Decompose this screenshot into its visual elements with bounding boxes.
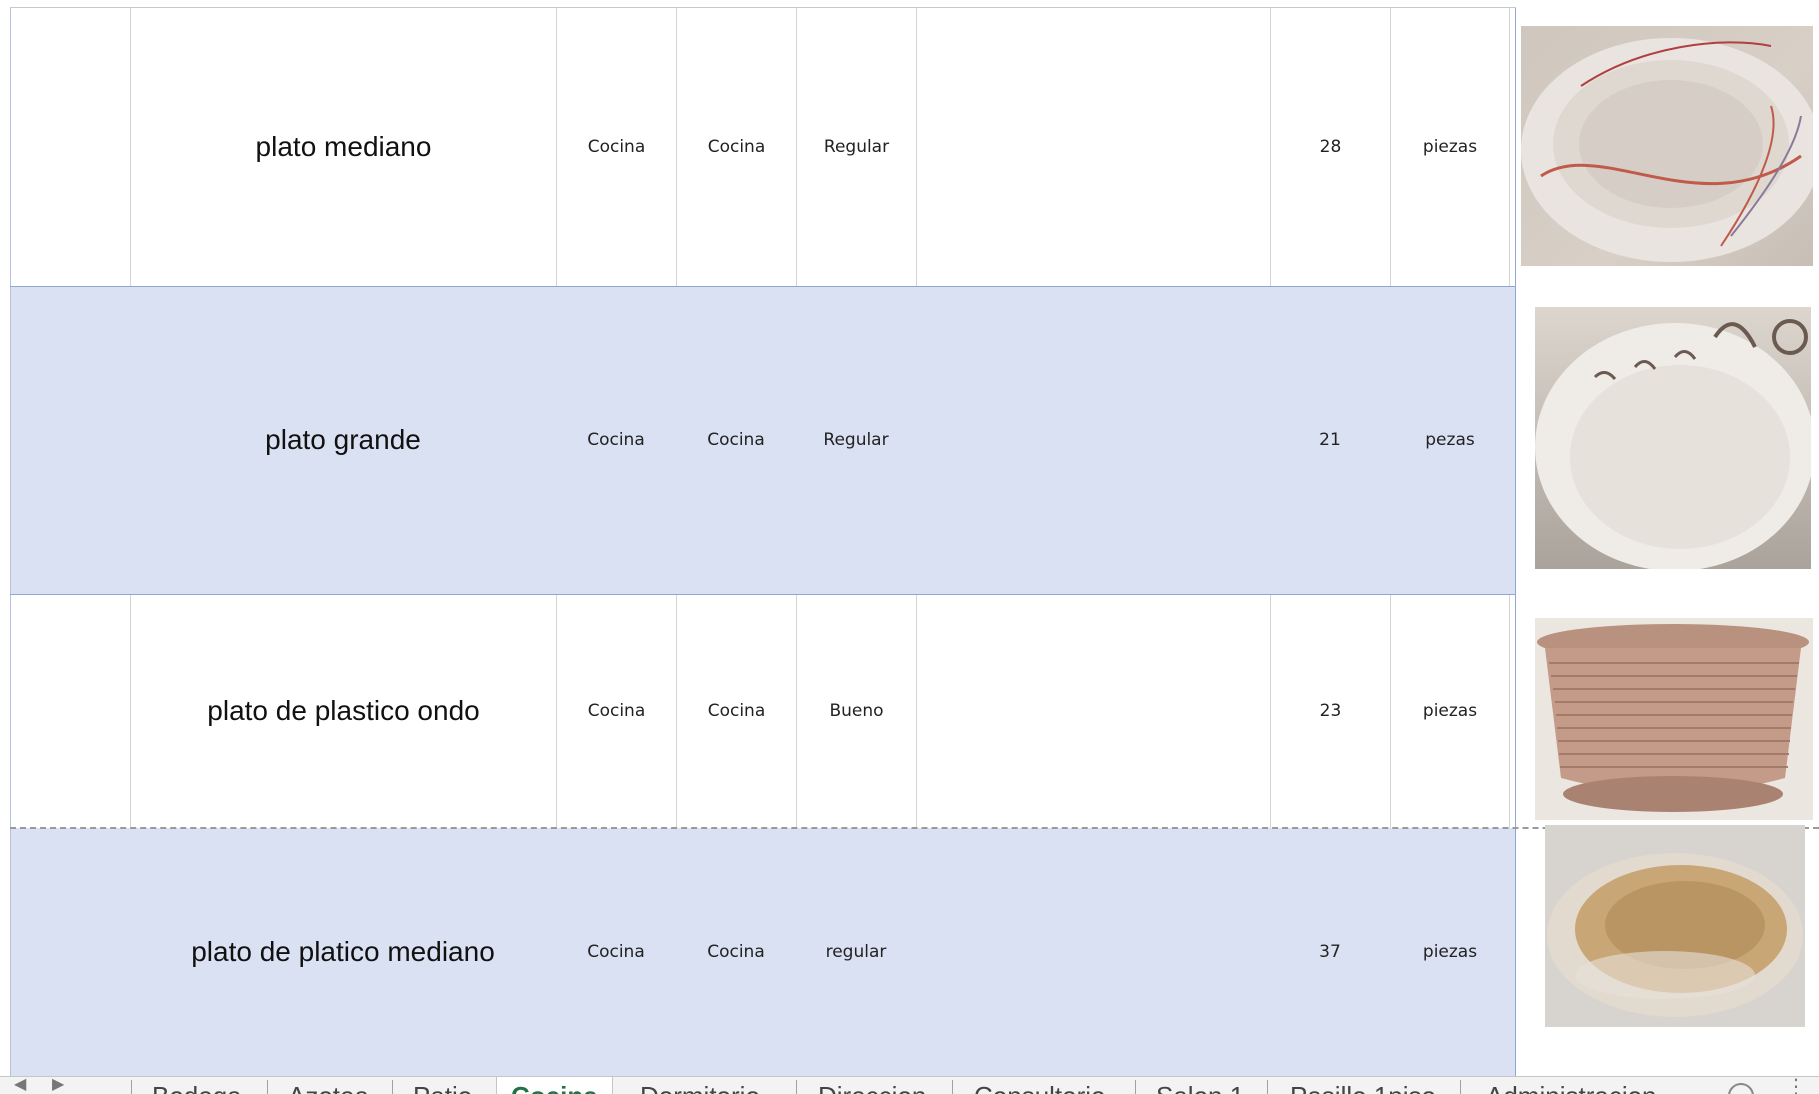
item-name: plato de plastico ondo [207,695,480,726]
tab-separator [1135,1080,1136,1094]
unit-cell[interactable]: pezas [1390,286,1510,594]
tab-administracion[interactable]: Administracion [1486,1077,1657,1094]
row-divider [10,594,1516,595]
plate-large-image [1535,319,1811,569]
location-value: Cocina [587,701,646,721]
quantity-value: 37 [1319,942,1341,962]
tab-separator [1460,1080,1461,1094]
location-cell[interactable]: Cocina [556,8,676,286]
table-row[interactable]: plato grande Cocina Cocina Regular 21 pe… [10,286,1516,594]
notes-cell[interactable] [916,8,1270,286]
plastic-plate-medium-image [1545,825,1805,1027]
area-value: Cocina [707,701,766,721]
location-cell[interactable]: Cocina [556,594,676,828]
row-divider [10,286,1516,287]
tab-pasillo-1piso[interactable]: Pasillo 1piso [1290,1077,1436,1094]
plate-photo[interactable] [1535,618,1813,820]
item-name: plato grande [265,424,421,455]
unit-cell[interactable]: piezas [1390,8,1510,286]
plate-photo[interactable] [1545,825,1805,1027]
area-cell[interactable]: Cocina [676,286,796,594]
tab-separator [267,1080,268,1094]
item-name: plato mediano [255,131,432,162]
tab-dormitorio[interactable]: Dormitorio [640,1077,760,1094]
condition-cell[interactable]: Bueno [796,594,916,828]
location-cell[interactable]: Cocina [556,828,676,1076]
table-row[interactable]: plato de platico mediano Cocina Cocina r… [10,828,1516,1076]
tab-patio[interactable]: Patio [413,1077,472,1094]
condition-value: Regular [823,430,889,450]
unit-value: piezas [1422,137,1478,157]
unit-cell[interactable]: piezas [1390,828,1510,1076]
area-value: Cocina [707,137,766,157]
table-row[interactable]: plato mediano Cocina Cocina Regular 28 p… [10,8,1516,286]
condition-cell[interactable]: regular [796,828,916,1076]
table-row[interactable]: plato de plastico ondo Cocina Cocina Bue… [10,594,1516,828]
chevron-left-icon[interactable]: ◀ [14,1077,26,1093]
location-cell[interactable]: Cocina [556,286,676,594]
grid-left-border [10,8,11,1076]
condition-value: Regular [823,137,890,157]
location-value: Cocina [587,942,645,962]
tab-direccion[interactable]: Direccion [818,1077,926,1094]
area-cell[interactable]: Cocina [676,8,796,286]
quantity-value: 21 [1319,430,1341,450]
unit-value: piezas [1422,701,1478,721]
plate-photo[interactable] [1535,307,1811,569]
grid-right-border [1515,8,1516,1076]
quantity-cell[interactable]: 37 [1270,828,1390,1076]
area-value: Cocina [707,942,765,962]
unit-cell[interactable]: piezas [1390,594,1510,828]
tab-azotea[interactable]: Azotea [288,1077,369,1094]
row-spacer-cell[interactable] [10,8,130,286]
plate-medium-image [1521,38,1813,262]
item-name-cell[interactable]: plato grande [130,286,556,594]
quantity-cell[interactable]: 21 [1270,286,1390,594]
unit-value: pezas [1425,430,1475,450]
sheet-tab-bar: ◀ ▶ Bodega Azotea Patio Cocina Dormitori… [0,1076,1819,1094]
tab-separator [1267,1080,1268,1094]
tab-salon-1[interactable]: Salon 1 [1156,1077,1244,1094]
spreadsheet-grid: plato mediano Cocina Cocina Regular 28 p… [10,8,1516,1076]
plate-photo[interactable] [1521,26,1813,266]
row-spacer-cell[interactable] [10,594,130,828]
area-cell[interactable]: Cocina [676,594,796,828]
quantity-cell[interactable]: 28 [1270,8,1390,286]
plus-circle-icon[interactable] [1728,1083,1754,1094]
tab-bodega[interactable]: Bodega [152,1077,242,1094]
location-value: Cocina [587,430,645,450]
tab-consultorio[interactable]: Consultorio [974,1077,1106,1094]
chevron-right-icon[interactable]: ▶ [52,1077,64,1093]
quantity-value: 23 [1319,701,1342,721]
condition-value: regular [825,942,887,962]
condition-cell[interactable]: Regular [796,286,916,594]
tab-separator [796,1080,797,1094]
area-value: Cocina [707,430,765,450]
item-name: plato de platico mediano [191,936,495,967]
tab-separator [392,1080,393,1094]
location-value: Cocina [587,137,646,157]
more-vertical-icon[interactable]: ⋮ [1786,1077,1806,1094]
notes-cell[interactable] [916,594,1270,828]
plastic-plates-stack-image [1535,618,1813,820]
unit-value: piezas [1422,942,1478,962]
item-name-cell[interactable]: plato de plastico ondo [130,594,556,828]
item-name-cell[interactable]: plato mediano [130,8,556,286]
quantity-cell[interactable]: 23 [1270,594,1390,828]
tab-separator [952,1080,953,1094]
tab-cocina[interactable]: Cocina [496,1077,613,1094]
condition-cell[interactable]: Regular [796,8,916,286]
item-name-cell[interactable]: plato de platico mediano [130,828,556,1076]
area-cell[interactable]: Cocina [676,828,796,1076]
tab-separator [131,1080,132,1094]
condition-value: Bueno [829,701,884,721]
quantity-value: 28 [1319,137,1342,157]
